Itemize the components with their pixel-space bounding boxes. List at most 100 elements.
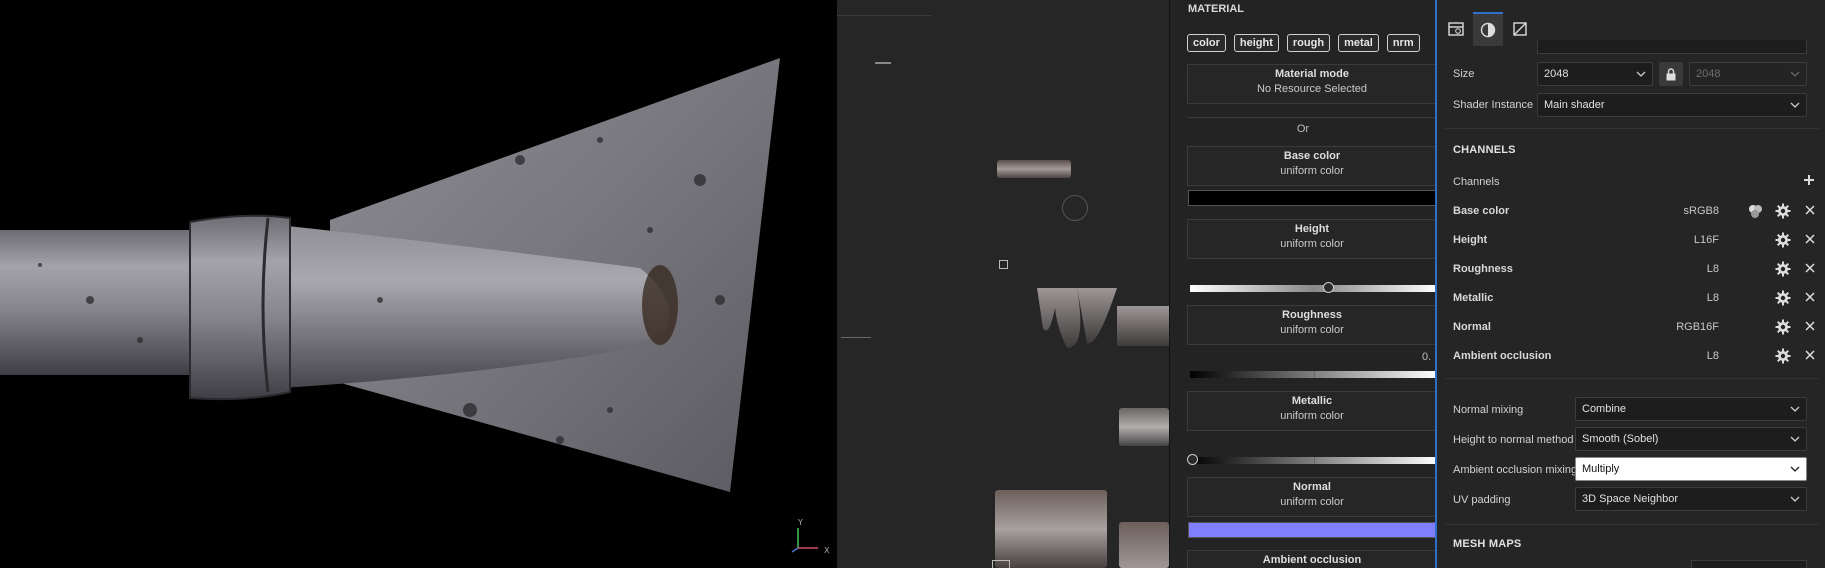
gear-icon[interactable] [1775,290,1791,309]
channel-row-ambient-occlusion[interactable]: Ambient occlusion L8 [1437,342,1825,371]
channel-row-normal[interactable]: Normal RGB16F [1437,313,1825,342]
settings-toolbar [1437,0,1825,54]
normal-mixing-label: Normal mixing [1453,404,1524,416]
remove-channel-icon[interactable] [1803,290,1817,307]
channel-name: Height [1453,234,1488,246]
ao-mixing-label: Ambient occlusion mixing [1453,464,1578,476]
shader-instance-dropdown[interactable]: Main shader [1537,93,1807,117]
roughness-slot[interactable]: Roughness uniform color [1187,305,1435,345]
chevron-down-icon [1636,71,1646,77]
roughness-value: 0. [1422,351,1432,363]
tab-height[interactable]: height [1233,34,1279,52]
channel-name: Base color [1453,205,1510,217]
ambient-occlusion-slot[interactable]: Ambient occlusion [1187,550,1435,568]
normal-slot[interactable]: Normal uniform color [1187,477,1435,517]
arrow-shaft [0,230,220,375]
arrow-model [0,58,780,492]
uv-island-ring [997,160,1071,178]
or-label: Or [1296,123,1310,135]
tab-nrm[interactable]: nrm [1386,34,1420,52]
mesh-maps-section-title: MESH MAPS [1453,538,1522,550]
channel-tabs: color height rough metal nrm [1187,34,1420,52]
channel-format[interactable]: L8 [1707,292,1719,304]
metallic-slider[interactable] [1187,454,1435,465]
remove-channel-icon[interactable] [1803,232,1817,249]
roughness-subtitle: uniform color [1280,324,1344,336]
remove-channel-icon[interactable] [1803,319,1817,336]
normal-title: Normal [1293,481,1331,493]
uv-circle-marker [1062,195,1088,221]
tab-metal[interactable]: metal [1338,34,1379,52]
remove-channel-icon[interactable] [1803,261,1817,278]
height-slider-knob[interactable] [1323,282,1334,293]
base-color-slot[interactable]: Base color uniform color [1187,146,1435,186]
channels-label: Channels [1453,176,1500,188]
size-dropdown[interactable]: 2048 [1537,62,1653,86]
texture-set-settings-icon[interactable] [1441,12,1471,46]
metallic-subtitle: uniform color [1280,410,1344,422]
ao-mixing-dropdown[interactable]: Multiply [1575,457,1807,481]
metallic-slider-knob[interactable] [1187,454,1198,465]
uv-island-shaft [1119,408,1169,446]
metallic-title: Metallic [1291,395,1333,407]
gear-icon[interactable] [1775,348,1791,367]
height-to-normal-dropdown[interactable]: Smooth (Sobel) [1575,427,1807,451]
color-profile-icon[interactable] [1747,203,1763,222]
remove-channel-icon[interactable] [1803,203,1817,220]
gear-icon[interactable] [1775,261,1791,280]
uv-padding-dropdown[interactable]: 3D Space Neighbor [1575,487,1807,511]
size-height-dropdown: 2048 [1689,62,1807,86]
height-subtitle: uniform color [1280,238,1344,250]
normal-subtitle: uniform color [1280,496,1344,508]
channel-format[interactable]: RGB16F [1676,321,1719,333]
channel-format[interactable]: L8 [1707,263,1719,275]
arrow-collar [189,214,291,401]
uv-padding-label: UV padding [1453,494,1511,506]
chevron-down-icon [1790,102,1800,108]
channel-format[interactable]: sRGB8 [1684,205,1719,217]
channel-name: Metallic [1453,292,1494,304]
channel-row-roughness[interactable]: Roughness L8 [1437,255,1825,284]
channel-row-height[interactable]: Height L16F [1437,226,1825,255]
tab-color[interactable]: color [1187,34,1226,52]
normal-color-swatch[interactable] [1188,522,1435,538]
display-settings-icon[interactable] [1473,12,1503,46]
gear-icon[interactable] [1775,203,1791,222]
channel-row-metallic[interactable]: Metallic L8 [1437,284,1825,313]
tab-rough[interactable]: rough [1286,34,1331,52]
channel-format[interactable]: L16F [1694,234,1719,246]
remove-channel-icon[interactable] [1803,348,1817,365]
height-slot[interactable]: Height uniform color [1187,219,1435,259]
roughness-title: Roughness [1282,309,1342,321]
chevron-down-icon [1790,496,1800,502]
viewport-3d[interactable]: Y X [0,0,837,568]
height-title: Height [1294,223,1330,235]
metallic-slot[interactable]: Metallic uniform color [1187,391,1435,431]
chevron-down-icon [1790,406,1800,412]
channel-row-base-color[interactable]: Base color sRGB8 [1437,197,1825,226]
normal-mixing-value: Combine [1582,403,1627,415]
viewport-2d-uv[interactable] [837,0,1169,568]
material-mode-slot[interactable]: Material mode No Resource Selected [1187,64,1435,104]
uv-island-small [1119,522,1169,568]
roughness-slider[interactable] [1190,371,1435,378]
material-mode-subtitle: No Resource Selected [1256,83,1368,95]
gear-icon[interactable] [1775,232,1791,251]
size-value: 2048 [1544,68,1569,80]
add-channel-button[interactable] [1803,174,1815,189]
axis-x-label: X [824,546,830,555]
uv-island-blade [1037,288,1169,348]
lock-size-button[interactable] [1659,62,1683,86]
channel-name: Roughness [1453,263,1513,275]
base-color-title: Base color [1283,150,1341,162]
base-color-swatch[interactable] [1188,190,1435,206]
normal-mixing-dropdown[interactable]: Combine [1575,397,1807,421]
axis-y-label: Y [798,518,803,527]
height-slider[interactable] [1190,282,1435,293]
uv-crop-icon[interactable] [1505,12,1535,46]
uv-square-marker [999,260,1008,269]
gear-icon[interactable] [1775,319,1791,338]
channel-format[interactable]: L8 [1707,350,1719,362]
channel-name: Ambient occlusion [1453,350,1552,362]
channel-name: Normal [1453,321,1491,333]
